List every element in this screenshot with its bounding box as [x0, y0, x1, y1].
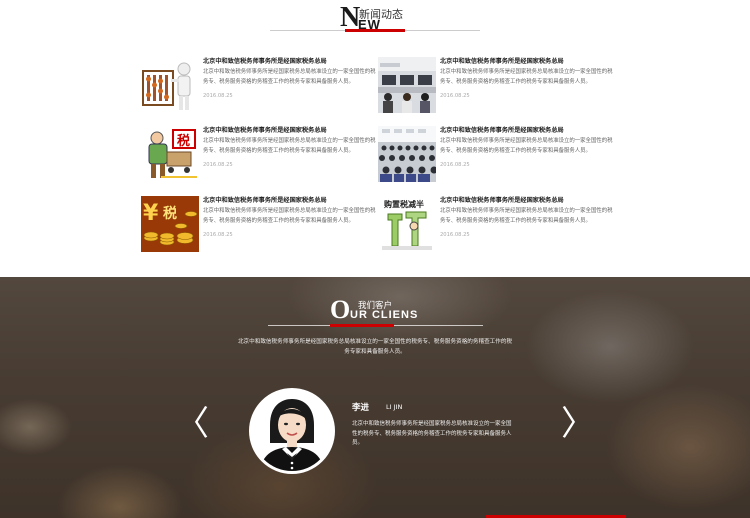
client-name: 李进: [352, 403, 370, 413]
news-item-summary: 北京中和致信税务师事务所是经国家税务总局核准设立的一家全国性的税务专、税务服务资…: [440, 208, 613, 224]
clients-logo-text: UR CLIENS: [350, 309, 419, 321]
news-item-summary: 北京中和致信税务师事务所是经国家税务总局核准设立的一家全国性的税务专、税务服务资…: [440, 69, 613, 85]
news-item-title[interactable]: 北京中和致信税务师事务所是经国家税务总局: [440, 126, 616, 135]
news-item[interactable]: 北京中和致信税务师事务所是经国家税务总局 北京中和致信税务师事务所是经国家税务总…: [378, 57, 618, 115]
client-avatar: [249, 388, 335, 474]
conference-hall-image[interactable]: [378, 126, 436, 182]
news-item[interactable]: ¥ 税 北京中和致信税务师事务所是经国家税务总局 北京中和致信税务师事务所是经国…: [141, 196, 381, 254]
news-item-summary: 北京中和致信税务师事务所是经国家税务总局核准设立的一家全国性的税务专、税务服务资…: [203, 69, 376, 85]
client-name-en: LI JIN: [386, 403, 403, 411]
svg-text:税: 税: [163, 205, 177, 222]
news-item-date: 2016.08.25: [440, 232, 470, 238]
news-item-summary: 北京中和致信税务师事务所是经国家税务总局核准设立的一家全国性的税务专、税务服务资…: [440, 138, 613, 154]
news-item-title[interactable]: 北京中和致信税务师事务所是经国家税务总局: [203, 126, 379, 135]
svg-text:税: 税: [177, 133, 190, 149]
tax-cart-cartoon-image[interactable]: 税: [141, 126, 199, 182]
news-item[interactable]: 北京中和致信税务师事务所是经国家税务总局 北京中和致信税务师事务所是经国家税务总…: [378, 126, 618, 184]
news-item-title[interactable]: 北京中和致信税务师事务所是经国家税务总局: [203, 57, 379, 66]
news-item-title[interactable]: 北京中和致信税务师事务所是经国家税务总局: [203, 196, 379, 205]
tax-reduction-cartoon-image[interactable]: 购置税减半: [378, 196, 436, 252]
next-arrow-icon[interactable]: 〉: [561, 407, 595, 441]
abacus-figure-image[interactable]: [141, 57, 199, 113]
news-item-date: 2016.08.25: [203, 162, 233, 168]
svg-text:¥: ¥: [143, 201, 159, 226]
news-item-summary: 北京中和致信税务师事务所是经国家税务总局核准设立的一家全国性的税务专、税务服务资…: [203, 138, 376, 154]
news-item[interactable]: 购置税减半 北京中和致信税务师事务所是经国家税务总局 北京中和致信税务师事务所是…: [378, 196, 618, 254]
news-item-date: 2016.08.25: [440, 162, 470, 168]
news-item[interactable]: 税 北京中和致信税务师事务所是经国家税务总局 北京中和致信税务师事务所是经国家税…: [141, 126, 381, 184]
news-item-summary: 北京中和致信税务师事务所是经国家税务总局核准设立的一家全国性的税务专、税务服务资…: [203, 208, 376, 224]
tax-reduction-caption: 购置税减半: [384, 199, 424, 209]
clients-divider-accent: [330, 324, 394, 327]
news-item-title[interactable]: 北京中和致信税务师事务所是经国家税务总局: [440, 196, 616, 205]
gold-coins-yen-image[interactable]: ¥ 税: [141, 196, 199, 252]
news-item-title[interactable]: 北京中和致信税务师事务所是经国家税务总局: [440, 57, 616, 66]
clients-logo-letter: O: [330, 295, 351, 324]
news-item-date: 2016.08.25: [203, 93, 233, 99]
office-workers-image[interactable]: [378, 57, 436, 113]
news-item[interactable]: 北京中和致信税务师事务所是经国家税务总局 北京中和致信税务师事务所是经国家税务总…: [141, 57, 381, 115]
news-header: N 新闻动态 EW: [0, 0, 750, 36]
news-item-date: 2016.08.25: [440, 93, 470, 99]
news-divider-accent: [345, 29, 405, 32]
clients-description: 北京中和致信税务师事务所是经国家税务总局核准设立的一家全国性的税务专、税务服务资…: [237, 339, 513, 355]
news-item-date: 2016.08.25: [203, 232, 233, 238]
prev-arrow-icon[interactable]: 〈: [175, 407, 209, 441]
clients-section: O 我们客户 UR CLIENS 北京中和致信税务师事务所是经国家税务总局核准设…: [0, 277, 750, 518]
client-testimonial: 北京中和致信税务师事务所是经国家税务总局核准设立的一家全国性的税务专、税务服务资…: [352, 421, 512, 447]
